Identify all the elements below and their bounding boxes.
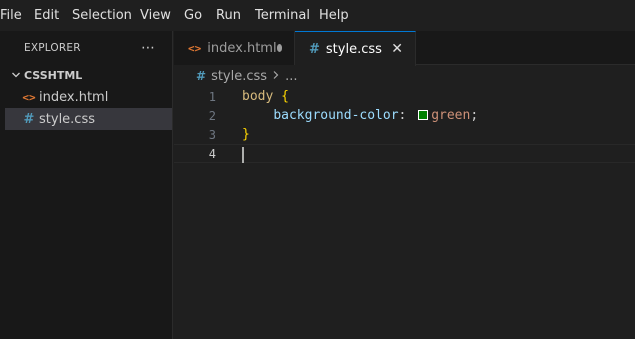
tab-index-html[interactable]: <> index.html <box>174 31 295 65</box>
explorer-sidebar: EXPLORER ⋯ CSSHTML <> index.html # style… <box>5 31 173 339</box>
menu-file[interactable]: File <box>0 0 22 31</box>
breadcrumb-file[interactable]: style.css <box>211 69 267 84</box>
unsaved-dot-icon[interactable] <box>276 44 282 52</box>
explorer-title: EXPLORER <box>24 41 81 54</box>
html-file-icon: <> <box>188 41 202 55</box>
line-number: 4 <box>208 146 216 161</box>
line-number: 1 <box>208 89 216 104</box>
close-icon[interactable]: ✕ <box>391 41 403 57</box>
chevron-right-icon <box>272 69 280 84</box>
breadcrumb: # style.css ... <box>174 65 635 87</box>
code-line: 1 body { <box>174 87 635 106</box>
css-property: background-color <box>273 108 399 123</box>
color-swatch-icon[interactable] <box>418 110 429 120</box>
explorer-header: EXPLORER ⋯ <box>5 31 172 64</box>
folder-name: CSSHTML <box>24 68 83 82</box>
colon: : <box>398 108 407 123</box>
menu-edit[interactable]: Edit <box>34 0 59 31</box>
tab-label: style.css <box>325 41 382 57</box>
code-line: 2 background-color: green; <box>174 106 635 125</box>
close-brace: } <box>242 127 250 142</box>
menu-view[interactable]: View <box>140 0 171 31</box>
menu-terminal[interactable]: Terminal <box>255 0 310 31</box>
tab-label: index.html <box>207 40 277 56</box>
css-selector: body <box>242 89 274 104</box>
menu-selection[interactable]: Selection <box>72 0 132 31</box>
editor-tabs: <> index.html # style.css ✕ <box>174 31 635 66</box>
folder-row[interactable]: CSSHTML <box>5 64 172 86</box>
file-item-index-html[interactable]: <> index.html <box>5 86 172 108</box>
html-file-icon: <> <box>22 90 36 104</box>
line-number: 3 <box>208 127 216 142</box>
file-item-style-css[interactable]: # style.css <box>5 108 172 130</box>
menu-bar: File Edit Selection View Go Run Terminal… <box>0 0 635 31</box>
line-content: } <box>242 127 250 142</box>
code-line: 3 } <box>174 125 635 144</box>
line-number: 2 <box>208 108 216 123</box>
code-line-current: 4 <box>174 144 635 163</box>
file-label: style.css <box>39 111 95 127</box>
css-file-icon: # <box>196 69 207 83</box>
open-brace: { <box>281 89 289 104</box>
breadcrumb-symbols[interactable]: ... <box>285 69 297 84</box>
code-editor[interactable]: 1 body { 2 background-color: green; 3 } … <box>174 87 635 339</box>
semicolon: ; <box>470 108 479 123</box>
menu-run[interactable]: Run <box>216 0 241 31</box>
menu-help[interactable]: Help <box>319 0 349 31</box>
css-file-icon: # <box>23 111 35 127</box>
text-cursor <box>242 147 244 163</box>
chevron-down-icon <box>9 68 23 82</box>
file-label: index.html <box>39 89 109 105</box>
css-file-icon: # <box>309 41 320 57</box>
line-content: body { <box>242 89 289 104</box>
more-actions-icon[interactable]: ⋯ <box>141 40 156 56</box>
css-value: green <box>431 108 471 123</box>
line-content: background-color: green; <box>242 108 478 123</box>
tab-style-css[interactable]: # style.css ✕ <box>295 31 416 66</box>
menu-go[interactable]: Go <box>184 0 202 31</box>
